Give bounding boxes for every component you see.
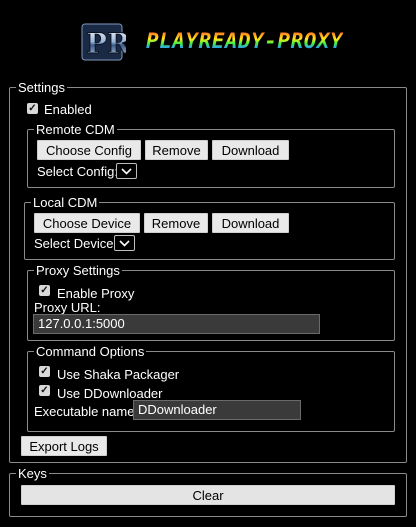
use-shaka-label: Use Shaka Packager xyxy=(57,367,180,382)
local-cdm-legend: Local CDM xyxy=(33,195,98,210)
chevron-down-icon xyxy=(119,240,130,247)
local-download-button[interactable]: Download xyxy=(212,213,289,233)
enabled-label: Enabled xyxy=(44,102,92,117)
executable-name-input[interactable]: DDownloader xyxy=(133,400,301,420)
select-config-dropdown[interactable] xyxy=(116,163,137,179)
export-logs-button[interactable]: Export Logs xyxy=(21,436,107,456)
select-device-label: Select Device: xyxy=(34,236,118,251)
executable-name-label: Executable name: xyxy=(34,404,139,419)
app-title: PLAYREADY-PROXY xyxy=(146,29,344,53)
select-config-label: Select Config: xyxy=(37,164,118,179)
remote-remove-button[interactable]: Remove xyxy=(145,140,208,160)
enabled-checkbox[interactable]: ✓ xyxy=(27,103,38,114)
keys-legend: Keys xyxy=(18,466,47,481)
use-ddownloader-label: Use DDownloader xyxy=(57,386,163,401)
local-remove-button[interactable]: Remove xyxy=(144,213,208,233)
command-options-legend: Command Options xyxy=(36,344,145,359)
app-header: PR PLAYREADY-PROXY xyxy=(0,0,416,82)
svg-text:PR: PR xyxy=(86,27,126,60)
remote-download-button[interactable]: Download xyxy=(212,140,289,160)
proxy-url-label: Proxy URL: xyxy=(34,300,101,315)
use-shaka-checkbox[interactable]: ✓ xyxy=(39,366,50,377)
chevron-down-icon xyxy=(121,168,132,175)
pr-logo-icon: PR xyxy=(81,23,126,61)
remote-cdm-legend: Remote CDM xyxy=(36,122,115,137)
settings-legend: Settings xyxy=(18,80,65,95)
proxy-url-input[interactable]: 127.0.0.1:5000 xyxy=(33,314,320,334)
choose-device-button[interactable]: Choose Device xyxy=(34,213,140,233)
enable-proxy-checkbox[interactable]: ✓ xyxy=(39,285,50,296)
clear-button[interactable]: Clear xyxy=(21,485,395,505)
choose-config-button[interactable]: Choose Config xyxy=(37,140,141,160)
use-ddownloader-checkbox[interactable]: ✓ xyxy=(39,385,50,396)
enable-proxy-label: Enable Proxy xyxy=(57,286,135,301)
select-device-dropdown[interactable] xyxy=(114,235,135,251)
proxy-settings-legend: Proxy Settings xyxy=(36,263,120,278)
